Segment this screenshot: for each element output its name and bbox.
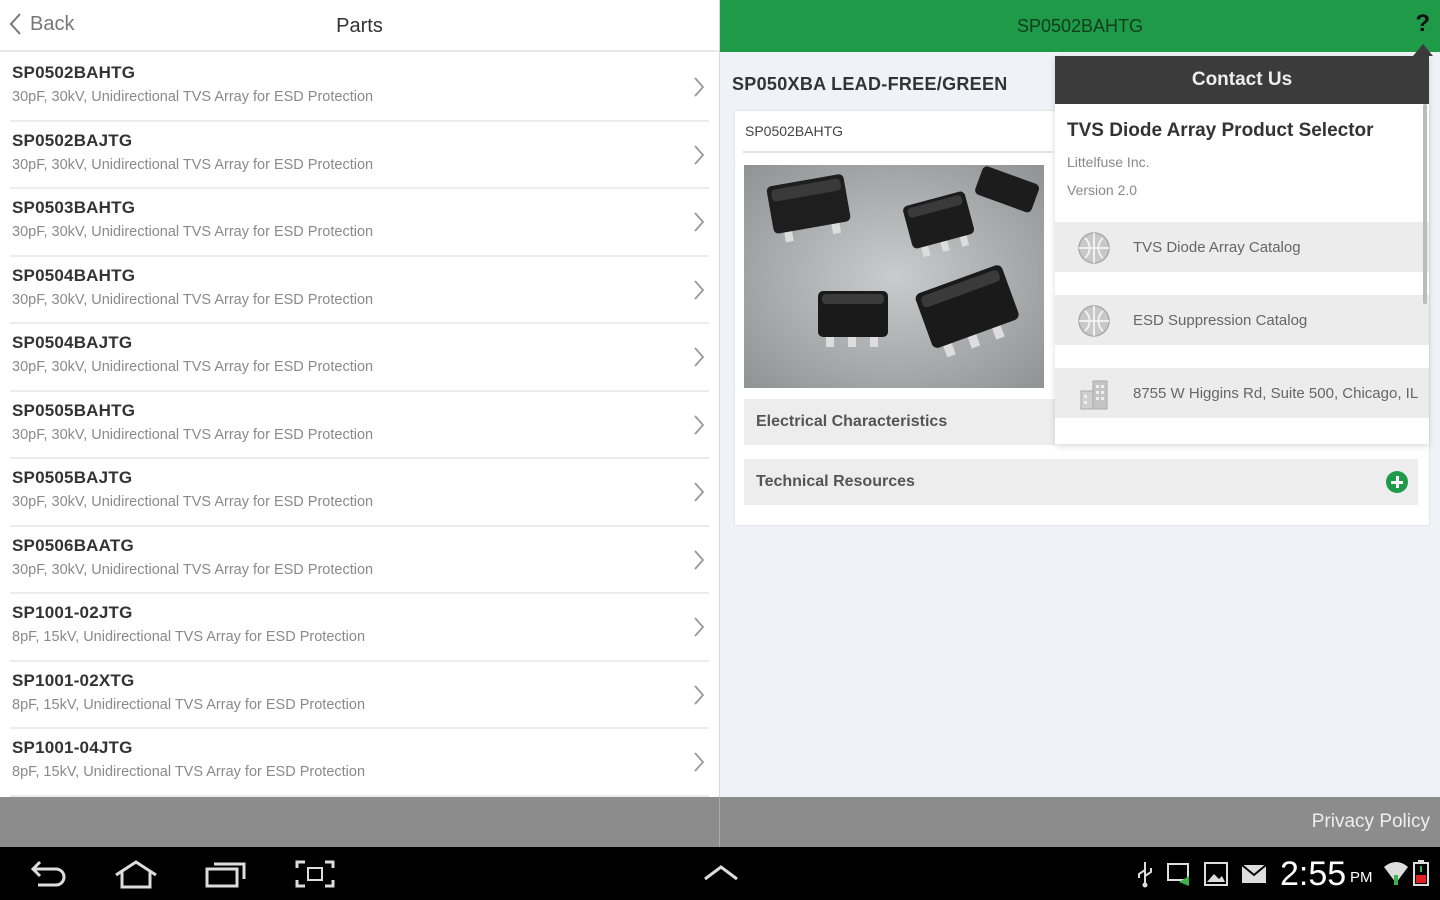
expand-plus-icon[interactable] — [1386, 471, 1408, 493]
detail-title: SP0502BAHTG — [1016, 16, 1144, 36]
part-list-item[interactable]: SP0504BAHTG 30pF, 30kV, Unidirectional TV… — [10, 257, 709, 324]
product-photo — [744, 165, 1044, 388]
mail-icon — [1241, 864, 1267, 883]
contact-header: Contact Us — [1055, 56, 1429, 104]
part-list-item[interactable]: SP0506BAATG 30pF, 30kV, Unidirectional TV… — [10, 527, 709, 594]
usb-icon — [1138, 862, 1152, 888]
chevron-right-icon — [694, 414, 705, 435]
part-description: 30pF, 30kV, Unidirectional TVS Array for… — [12, 291, 374, 308]
part-list-item[interactable]: SP0502BAHTG 30pF, 30kV, Unidirectional TV… — [10, 54, 709, 122]
chevron-right-icon — [694, 617, 705, 637]
home-icon[interactable] — [112, 859, 160, 889]
part-number: SP0504BAHTG — [12, 265, 136, 285]
chevron-right-icon — [694, 684, 705, 705]
part-description: 30pF, 30kV, Unidirectional TVS Array for… — [12, 89, 374, 105]
part-list-item[interactable]: SP1001-04JTG 8pF, 15kV, Unidirectional TV… — [10, 729, 709, 797]
popover-scrollbar[interactable] — [1423, 104, 1427, 304]
chevron-right-icon — [694, 212, 705, 232]
card-divider — [743, 151, 1053, 153]
contact-item-address[interactable]: 8755 W Higgins Rd, Suite 500, Chicago, I… — [1055, 368, 1429, 418]
chevron-up-icon[interactable] — [702, 863, 740, 883]
globe-icon — [1078, 305, 1110, 337]
image-icon — [1204, 862, 1228, 886]
battery-icon — [1413, 860, 1429, 886]
screenshot-icon[interactable] — [294, 859, 336, 889]
page-title: Parts — [336, 15, 383, 37]
app-title: TVS Diode Array Product Selector — [1067, 120, 1374, 141]
recent-apps-icon[interactable] — [204, 859, 248, 889]
part-number: SP1001-02JTG — [12, 603, 133, 622]
part-number: SP0502BAHTG — [12, 63, 136, 82]
chevron-right-icon — [694, 279, 705, 300]
part-number: SP1001-04JTG — [12, 738, 133, 757]
part-number: SP0505BAHTG — [12, 400, 136, 420]
part-description: 8pF, 15kV, Unidirectional TVS Array for … — [12, 696, 366, 713]
part-list-item[interactable]: SP0505BAHTG 30pF, 30kV, Unidirectional TV… — [10, 392, 709, 459]
footer-divider — [719, 797, 720, 847]
contact-item-label: ESD Suppression Catalog — [1133, 312, 1308, 329]
part-description: 30pF, 30kV, Unidirectional TVS Array for… — [12, 359, 374, 375]
contact-popover: Contact Us TVS Diode Array Product Selec… — [1055, 56, 1429, 444]
technical-resources-label: Technical Resources — [756, 473, 915, 490]
chevron-right-icon — [694, 77, 705, 97]
company-name: Littelfuse Inc. — [1067, 154, 1150, 170]
part-description: 30pF, 30kV, Unidirectional TVS Array for… — [12, 561, 374, 578]
status-clock: 2:55 — [1280, 855, 1347, 893]
chevron-right-icon — [694, 752, 705, 772]
part-list-item[interactable]: SP0503BAHTG 30pF, 30kV, Unidirectional TV… — [10, 189, 709, 257]
part-list-item[interactable]: SP0502BAJTG 30pF, 30kV, Unidirectional TV… — [10, 122, 709, 189]
part-number: SP0503BAHTG — [12, 198, 136, 217]
product-heading: SP050XBA LEAD-FREE/GREEN — [732, 74, 1008, 94]
part-description: 30pF, 30kV, Unidirectional TVS Array for… — [12, 156, 374, 173]
electrical-characteristics-label: Electrical Characteristics — [756, 413, 948, 430]
part-description: 8pF, 15kV, Unidirectional TVS Array for … — [12, 629, 366, 645]
app-version: Version 2.0 — [1067, 182, 1138, 198]
status-ampm: PM — [1350, 869, 1373, 886]
wifi-icon — [1384, 862, 1408, 885]
chevron-right-icon — [694, 549, 705, 570]
chevron-right-icon — [694, 482, 705, 502]
part-number: SP1001-02XTG — [12, 670, 135, 690]
part-list-item[interactable]: SP0504BAJTG 30pF, 30kV, Unidirectional TV… — [10, 324, 709, 392]
detail-header: SP0502BAHTG ? — [720, 0, 1440, 52]
part-description: 30pF, 30kV, Unidirectional TVS Array for… — [12, 224, 374, 240]
building-icon — [1080, 380, 1108, 410]
sync-icon — [1167, 863, 1189, 886]
contact-item-esd-catalog[interactable]: ESD Suppression Catalog — [1055, 295, 1429, 345]
help-button[interactable]: ? — [1415, 10, 1430, 38]
part-number: SP0506BAATG — [12, 535, 134, 555]
part-number: SP0502BAJTG — [12, 130, 133, 150]
parts-panel: Back Parts SP0502BAHTG 30pF, 30kV, Unidir… — [0, 0, 719, 797]
system-navigation-bar: 2:55 PM — [0, 847, 1440, 900]
part-description: 30pF, 30kV, Unidirectional TVS Array for… — [12, 494, 374, 510]
product-photo-image — [744, 165, 1044, 388]
parts-header: Back Parts — [0, 0, 719, 52]
part-number: SP0505BAJTG — [12, 468, 133, 487]
parts-list: SP0502BAHTG 30pF, 30kV, Unidirectional TV… — [0, 54, 719, 797]
part-description: 30pF, 30kV, Unidirectional TVS Array for… — [12, 426, 374, 443]
part-list-item[interactable]: SP1001-02XTG 8pF, 15kV, Unidirectional TV… — [10, 662, 709, 729]
card-part-name: SP0502BAHTG — [745, 123, 844, 139]
part-description: 8pF, 15kV, Unidirectional TVS Array for … — [12, 764, 366, 780]
contact-item-label: 8755 W Higgins Rd, Suite 500, Chicago, I… — [1133, 385, 1419, 402]
chevron-right-icon — [694, 144, 705, 165]
technical-resources-row[interactable]: Technical Resources — [744, 459, 1418, 505]
popover-arrow — [1413, 44, 1433, 56]
back-nav-icon[interactable] — [28, 859, 68, 889]
part-number: SP0504BAJTG — [12, 333, 133, 352]
part-list-item[interactable]: SP0505BAJTG 30pF, 30kV, Unidirectional TV… — [10, 459, 709, 527]
contact-item-label: TVS Diode Array Catalog — [1133, 239, 1301, 256]
privacy-policy-link[interactable]: Privacy Policy — [1312, 811, 1430, 833]
chevron-right-icon — [694, 347, 705, 367]
globe-icon — [1078, 232, 1110, 264]
part-list-item[interactable]: SP1001-02JTG 8pF, 15kV, Unidirectional TV… — [10, 594, 709, 662]
contact-item-tvs-catalog[interactable]: TVS Diode Array Catalog — [1055, 222, 1429, 272]
footer-bar: Privacy Policy — [0, 797, 1440, 847]
electrical-characteristics-row[interactable]: Electrical Characteristics — [744, 399, 1056, 445]
contact-title: Contact Us — [1191, 69, 1293, 90]
